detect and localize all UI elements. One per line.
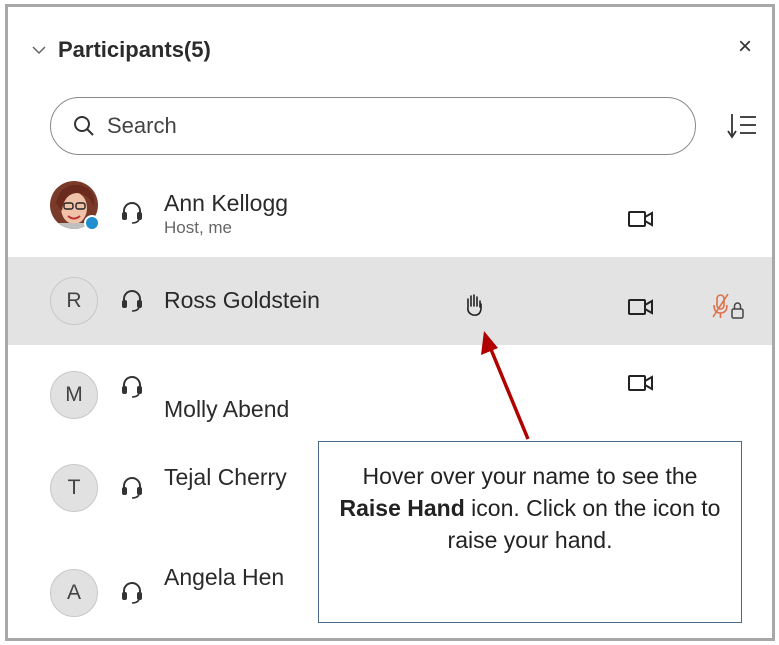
- mic-muted-locked-icon[interactable]: [711, 293, 747, 321]
- participant-name: Ann Kellogg: [164, 190, 289, 216]
- headset-icon: [122, 290, 142, 312]
- callout-text: Hover over your name to see the: [362, 463, 698, 489]
- headset-icon: [122, 376, 142, 398]
- avatar: M: [50, 371, 98, 419]
- headset-icon: [122, 202, 142, 224]
- avatar: [50, 181, 100, 231]
- callout-bold: Raise Hand: [339, 495, 465, 521]
- video-camera-icon[interactable]: [628, 210, 654, 228]
- participant-name: Angela Hen: [164, 564, 285, 590]
- participant-name: Molly Abend: [164, 396, 290, 422]
- callout-text: icon. Click on the icon to raise your ha…: [447, 495, 721, 553]
- close-icon[interactable]: ×: [738, 35, 752, 59]
- headset-icon: [122, 477, 142, 499]
- participant-role: Host, me: [164, 218, 233, 237]
- search-input[interactable]: [105, 112, 629, 140]
- participant-name: Ross Goldstein: [164, 287, 320, 313]
- chevron-down-icon[interactable]: [32, 43, 46, 57]
- sort-icon[interactable]: [727, 111, 757, 141]
- video-camera-icon[interactable]: [628, 298, 654, 316]
- tooltip-callout: Hover over your name to see the Raise Ha…: [318, 441, 742, 623]
- raise-hand-icon[interactable]: [463, 293, 485, 317]
- headset-icon: [122, 582, 142, 604]
- avatar: T: [50, 464, 98, 512]
- participant-row-hovered[interactable]: R Ross Goldstein: [8, 257, 772, 345]
- avatar: A: [50, 569, 98, 617]
- search-box[interactable]: [50, 97, 696, 155]
- video-camera-icon[interactable]: [628, 374, 654, 392]
- search-icon: [74, 116, 94, 136]
- participant-row[interactable]: Ann Kellogg Host, me: [8, 170, 772, 258]
- participants-panel: Participants(5) × Search Ann Kellogg Hos…: [5, 4, 775, 641]
- avatar: R: [50, 277, 98, 325]
- panel-title: Participants(5): [58, 37, 211, 62]
- panel-header[interactable]: Participants(5): [32, 37, 211, 63]
- participant-row[interactable]: M Molly Abend: [8, 352, 772, 440]
- participant-name: Tejal Cherry: [164, 464, 287, 490]
